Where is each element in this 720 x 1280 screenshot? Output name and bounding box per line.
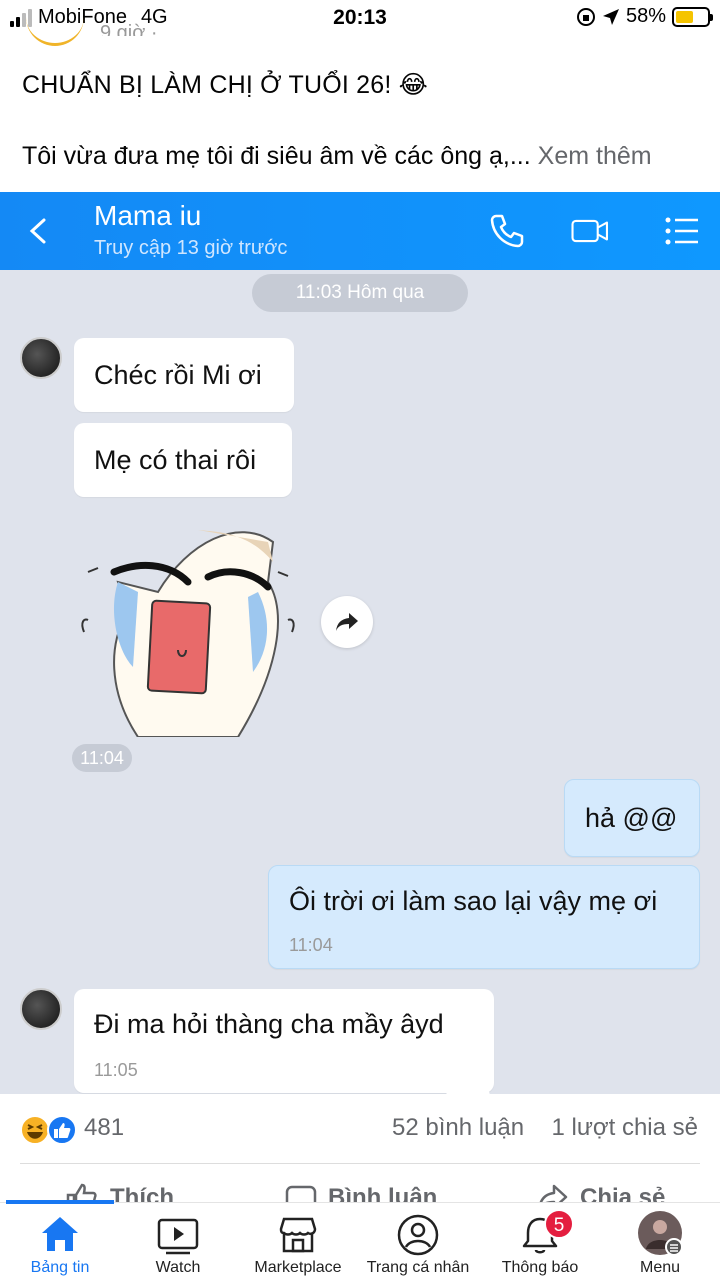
back-icon bbox=[29, 218, 46, 244]
message-text: Chéc rồi Mi ơi bbox=[94, 359, 262, 390]
post-actions: Thích Bình luận Chia sẻ bbox=[0, 1176, 720, 1202]
marketplace-icon bbox=[279, 1217, 317, 1253]
battery-percent: 58% bbox=[625, 5, 666, 27]
like-button[interactable]: Thích bbox=[110, 1184, 174, 1202]
engagement-summary: 52 bình luận 1 lượt chia sẻ bbox=[392, 1114, 698, 1142]
message-timestamp: 11:05 bbox=[94, 1060, 138, 1080]
haha-like-reaction-icon[interactable] bbox=[20, 1114, 78, 1146]
tab-menu[interactable]: Menu bbox=[600, 1203, 720, 1280]
message-bubble: Mẹ có thai rôi bbox=[74, 423, 292, 497]
forward-icon bbox=[336, 613, 358, 631]
like-icon bbox=[66, 1183, 97, 1202]
author-avatar[interactable] bbox=[26, 10, 84, 46]
contact-avatar bbox=[20, 337, 62, 379]
tab-marketplace[interactable]: Marketplace bbox=[238, 1203, 358, 1280]
tab-label: Watch bbox=[155, 1259, 201, 1276]
location-icon bbox=[602, 8, 619, 25]
tab-label: Marketplace bbox=[254, 1259, 342, 1276]
post-meta: 9 giờ · bbox=[100, 22, 158, 36]
see-more-link[interactable]: Xem thêm bbox=[538, 142, 652, 170]
message-text: Ôi trời ơi làm sao lại vậy mẹ ơi bbox=[289, 886, 658, 916]
menu-avatar-icon bbox=[638, 1211, 683, 1256]
share-button[interactable]: Chia sẻ bbox=[580, 1184, 665, 1202]
message-text: Mẹ có thai rôi bbox=[94, 444, 257, 475]
orientation-lock-icon bbox=[576, 7, 595, 26]
comment-icon bbox=[285, 1185, 317, 1202]
tab-news-feed[interactable]: Bảng tin bbox=[0, 1203, 120, 1280]
divider bbox=[20, 1163, 700, 1164]
comment-button[interactable]: Bình luận bbox=[328, 1184, 437, 1202]
tab-notifications[interactable]: 5 Thông báo bbox=[480, 1203, 600, 1280]
list-icon bbox=[665, 217, 698, 245]
message-text: hả @@ bbox=[585, 802, 678, 833]
watch-icon bbox=[157, 1218, 199, 1255]
battery-icon bbox=[672, 6, 713, 27]
profile-icon bbox=[397, 1214, 439, 1256]
notification-badge: 5 bbox=[544, 1209, 574, 1239]
post-image[interactable]: Mama iu Truy cập 13 giờ trước 11:03 Hôm … bbox=[0, 192, 720, 1094]
phone-icon bbox=[490, 214, 524, 248]
chat-header: Mama iu Truy cập 13 giờ trước bbox=[0, 192, 720, 270]
post-body-text: Tôi vừa đưa mẹ tôi đi siêu âm về các ông… bbox=[22, 142, 538, 170]
tab-label: Trang cá nhân bbox=[366, 1259, 470, 1276]
share-icon bbox=[539, 1184, 568, 1202]
message-bubble: Đi ma hỏi thàng cha mầy âyd 11:05 bbox=[74, 989, 494, 1093]
home-icon bbox=[42, 1217, 78, 1251]
tab-label: Bảng tin bbox=[30, 1259, 90, 1276]
bottom-tab-bar: Bảng tin Watch Marketplace Trang cá nhân… bbox=[0, 1200, 720, 1280]
message-text: Đi ma hỏi thàng cha mầy âyd bbox=[94, 1009, 444, 1039]
sticker-timestamp: 11:04 bbox=[72, 744, 132, 772]
post-title: CHUẨN BỊ LÀM CHỊ Ở TUỔI 26! 😂 bbox=[22, 71, 429, 99]
tab-profile[interactable]: Trang cá nhân bbox=[358, 1203, 478, 1280]
tab-label: Menu bbox=[639, 1259, 681, 1276]
tab-label: Thông báo bbox=[501, 1259, 579, 1276]
chat-contact-name: Mama iu bbox=[94, 200, 202, 231]
comment-count[interactable]: 52 bình luận bbox=[392, 1114, 524, 1141]
message-timestamp: 11:04 bbox=[289, 935, 333, 955]
chat-last-seen: Truy cập 13 giờ trước bbox=[94, 237, 288, 259]
forward-button[interactable] bbox=[321, 596, 373, 648]
reaction-count[interactable]: 481 bbox=[84, 1114, 124, 1142]
chat-date-divider: 11:03 Hôm qua bbox=[252, 274, 468, 312]
message-bubble-own: hả @@ bbox=[564, 779, 700, 857]
reactions-bar: 481 52 bình luận 1 lượt chia sẻ bbox=[0, 1094, 720, 1164]
video-call-icon bbox=[571, 219, 609, 243]
tab-watch[interactable]: Watch bbox=[118, 1203, 238, 1280]
message-bubble-own: Ôi trời ơi làm sao lại vậy mẹ ơi 11:04 bbox=[268, 865, 700, 969]
message-bubble: Chéc rồi Mi ơi bbox=[74, 338, 294, 412]
post-body: Tôi vừa đưa mẹ tôi đi siêu âm về các ông… bbox=[22, 142, 652, 171]
share-count[interactable]: 1 lượt chia sẻ bbox=[551, 1114, 698, 1141]
status-right: 58% bbox=[576, 5, 713, 28]
contact-avatar bbox=[20, 988, 62, 1030]
crying-sticker-icon bbox=[81, 530, 295, 737]
